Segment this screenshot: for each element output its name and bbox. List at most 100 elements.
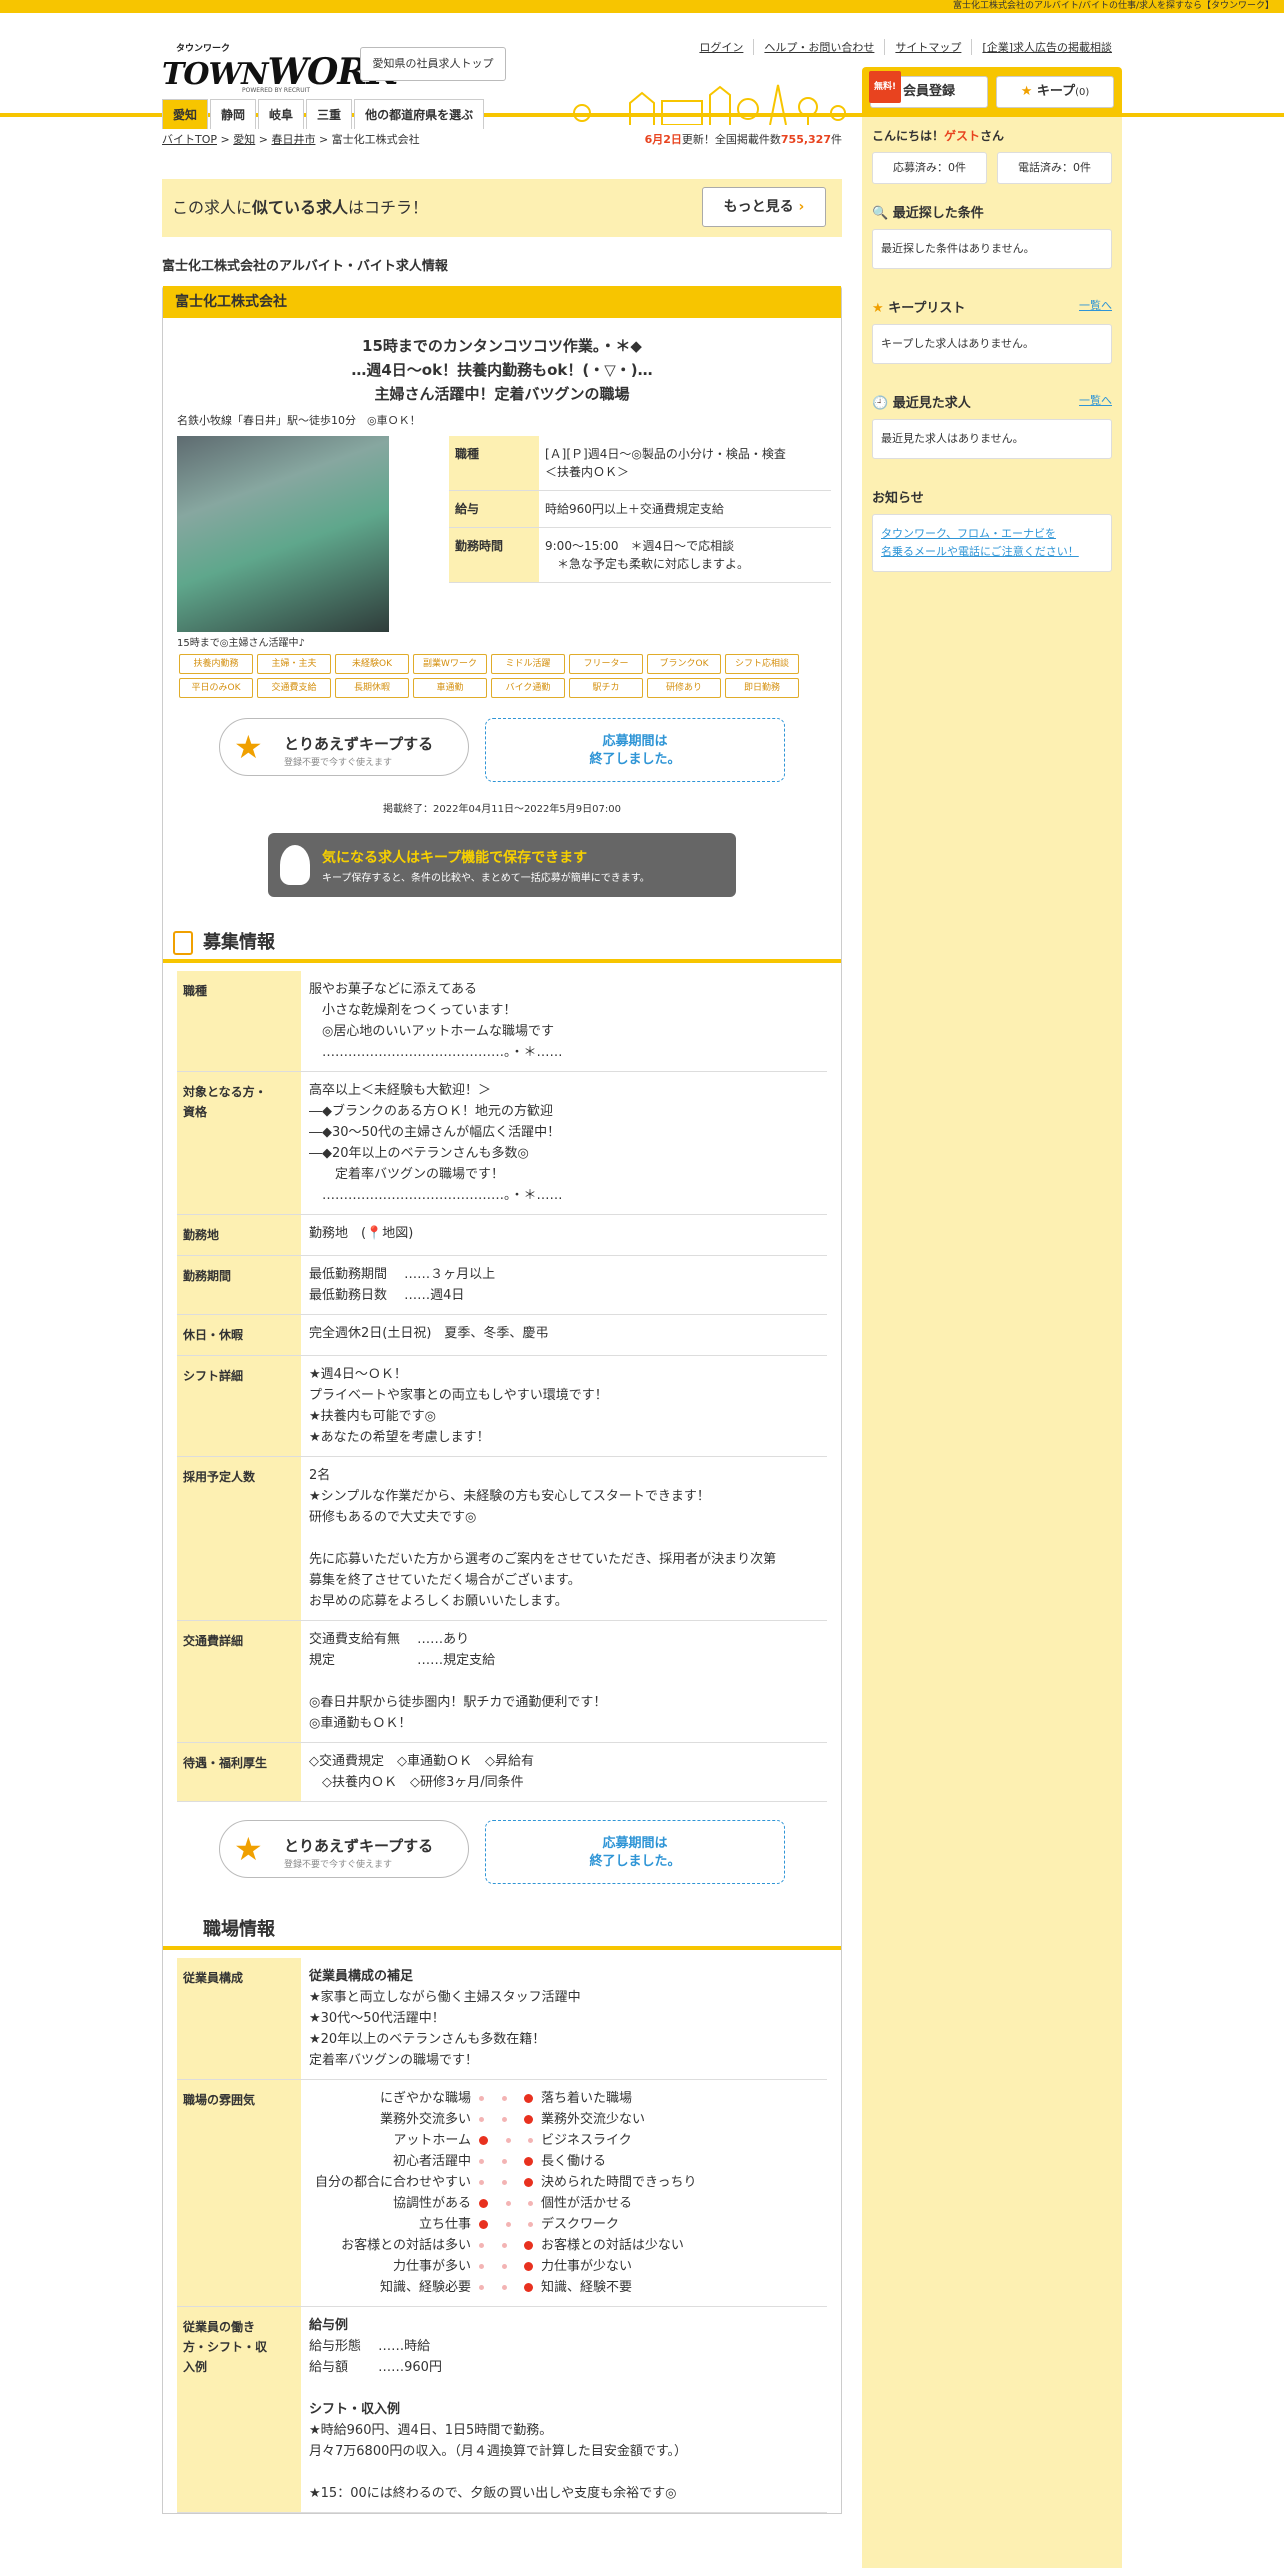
mood-dots: [479, 2109, 533, 2130]
mood-dot: [501, 2285, 507, 2290]
listing-period: 掲載終了：2022年04月11日～2022年5月9日07:00: [383, 804, 621, 815]
mood-dots: [479, 2235, 533, 2256]
summary-row: 勤務時間 9:00～15:00 ＊週4日～で応相談 ＊急な予定も柔軟に対応しますよ…: [449, 528, 831, 583]
row-label: 勤務地: [177, 1215, 301, 1255]
mood-dot: [501, 2117, 507, 2122]
tab-shizuoka[interactable]: 静岡: [210, 99, 257, 129]
mood-row: 知識、経験必要 知識、経験不要: [309, 2277, 819, 2298]
crumb-aichi[interactable]: 愛知: [233, 133, 255, 146]
recruit-table: 職種 服やお菓子などに添えてある 小さな乾燥剤をつくっています！ ◎居心地のいいア…: [177, 971, 827, 1802]
mood-scale: にぎやかな職場 落ち着いた職場 業務外交流多い 業務外交流少ない アットホーム ビジネスラ…: [301, 2080, 827, 2306]
row-value: 高卒以上＜未経験も大歓迎！＞ ―◆ブランクのある方ＯＫ！地元の方歓迎 ―◆30～…: [309, 1083, 563, 1203]
mood-dot: [524, 2094, 533, 2103]
table-row: 採用予定人数 2名 ★シンプルな作業だから、未経験の方も安心してスタートできます！…: [177, 1457, 827, 1621]
mood-left: 知識、経験必要: [379, 2280, 471, 2295]
photo-caption: 15時まで◎主婦さん活躍中♪: [177, 638, 305, 649]
applied-count[interactable]: 応募済み：0件: [872, 152, 987, 184]
mood-dots: [479, 2277, 533, 2298]
mood-dot: [524, 2178, 533, 2187]
pref-tabs: 愛知 静岡 岐阜 三重 他の都道府県を選ぶ: [162, 99, 486, 129]
tab-other-pref[interactable]: 他の都道府県を選ぶ: [354, 99, 485, 129]
company-name: 富士化工株式会社: [163, 286, 841, 318]
action-buttons-bottom: ★ とりあえずキープする 登録不要で今すぐ使えます 応募期間は 終了しました。: [163, 1820, 841, 1884]
townwork-logo[interactable]: タウンワーク TOWNWORK POWERED BY RECRUIT: [162, 29, 398, 94]
tab-aichi[interactable]: 愛知: [162, 99, 209, 129]
row-value: ◇交通費規定 ◇車通勤ＯＫ ◇昇給有 ◇扶養内ＯＫ ◇研修3ヶ月/同条件: [309, 1754, 534, 1790]
register-button[interactable]: 無料! 会員登録: [869, 71, 988, 108]
mood-dot: [505, 2138, 511, 2143]
town-illustration-icon: [573, 84, 846, 125]
table-row: 従業員構成 従業員構成の補足 ★家事と両立しながら働く主婦スタッフ活躍中 ★30代…: [177, 1958, 827, 2080]
mood-dot: [505, 2222, 511, 2227]
mood-dots: [479, 2088, 533, 2109]
help-link[interactable]: ヘルプ・お問い合わせ: [753, 39, 884, 55]
feature-tag: 長期休暇: [335, 678, 409, 698]
chevron-right-icon: ›: [798, 199, 805, 215]
job-card: 富士化工株式会社 15時までのカンタンコツコツ作業。・＊◆ …週4日～ok！扶養内…: [162, 286, 842, 2514]
row-label: 対象となる方・ 資格: [177, 1072, 301, 1214]
feature-tag: 未経験OK: [335, 654, 409, 674]
mood-dot: [479, 2285, 484, 2290]
crumb-kasugai[interactable]: 春日井市: [271, 133, 315, 146]
mood-right: 個性が活かせる: [541, 2196, 633, 2211]
feature-tag: シフト応相談: [725, 654, 799, 674]
star-icon: ★: [234, 728, 263, 766]
keep-button[interactable]: ★ キープ(0): [996, 76, 1114, 108]
access-text: 名鉄小牧線「春日井」駅～徒歩10分 ◎車ＯＫ！: [177, 414, 421, 427]
mood-dot: [501, 2264, 507, 2269]
feature-tag: 交通費支給: [257, 678, 331, 698]
notice-link[interactable]: タウンワーク、フロム・エーナビを 名乗るメールや電話にご注意ください！: [872, 514, 1112, 572]
mood-dot: [479, 2220, 488, 2229]
mood-right: 決められた時間できっちり: [541, 2175, 697, 2190]
summary-table: 職種 [Ａ][Ｐ]週4日～◎製品の小分け・検品・検査 ＜扶養内ＯＫ＞ 給与 時給96…: [449, 436, 831, 583]
mood-dot: [479, 2117, 484, 2122]
recent-view-link[interactable]: 一覧へ: [1079, 392, 1112, 408]
greeting: こんにちは！ゲストさん: [872, 129, 1005, 143]
mood-dot: [479, 2096, 484, 2101]
ad-link[interactable]: [企業]求人広告の掲載相談: [971, 39, 1122, 55]
row-value: 勤務地 (📍地図): [309, 1226, 414, 1241]
summary-row: 給与 時給960円以上＋交通費規定支給: [449, 491, 831, 528]
keeplist-link[interactable]: 一覧へ: [1079, 297, 1112, 313]
pref-top-button[interactable]: 愛知県の社員求人トップ: [360, 47, 506, 81]
keep-banner[interactable]: 気になる求人はキープ機能で保存できます キープ保存すると、条件の比較や、まとめて一…: [268, 833, 736, 897]
mood-dots: [479, 2214, 533, 2235]
row-label: シフト詳細: [177, 1356, 301, 1456]
mood-left: 力仕事が多い: [392, 2259, 471, 2274]
keep-job-button[interactable]: ★ とりあえずキープする 登録不要で今すぐ使えます: [219, 1820, 469, 1878]
table-row: シフト詳細 ★週4日～ＯＫ！ プライベートや家事との両立もしやすい環境です！ ★扶…: [177, 1356, 827, 1457]
table-row: 対象となる方・ 資格 高卒以上＜未経験も大歓迎！＞ ―◆ブランクのある方ＯＫ！地元…: [177, 1072, 827, 1215]
mood-left: 初心者活躍中: [392, 2154, 471, 2169]
login-link[interactable]: ログイン: [689, 39, 753, 55]
feature-tag: フリーター: [569, 654, 643, 674]
recent-view-box: 最近見た求人はありません。: [872, 419, 1112, 459]
sitemap-link[interactable]: サイトマップ: [884, 39, 971, 55]
mood-left: アットホーム: [393, 2133, 471, 2148]
mood-right: 知識、経験不要: [541, 2280, 633, 2295]
mood-row: 業務外交流多い 業務外交流少ない: [309, 2109, 819, 2130]
table-row: 休日・休暇 完全週休2日(土日祝) 夏季、冬季、慶弔: [177, 1315, 827, 1356]
feature-tag: 車通勤: [413, 678, 487, 698]
mood-row: 立ち仕事 デスクワーク: [309, 2214, 819, 2235]
called-count[interactable]: 電話済み：0件: [997, 152, 1112, 184]
mood-dot: [501, 2243, 507, 2248]
mood-dot: [524, 2157, 533, 2166]
mood-right: ビジネスライク: [541, 2133, 632, 2148]
crumb-baito-top[interactable]: バイトTOP: [162, 133, 217, 146]
logo-powered: POWERED BY RECRUIT: [242, 87, 311, 94]
star-icon: ★: [234, 1830, 263, 1868]
mood-dots: [479, 2151, 533, 2172]
mood-left: にぎやかな職場: [379, 2091, 471, 2106]
feature-tag: 平日のみOK: [179, 678, 253, 698]
row-value: ★週4日～ＯＫ！ プライベートや家事との両立もしやすい環境です！ ★扶養内も可能…: [309, 1367, 608, 1445]
tab-gifu[interactable]: 岐阜: [258, 99, 305, 129]
mascot-icon: [280, 845, 310, 885]
keep-job-button[interactable]: ★ とりあえずキープする 登録不要で今すぐ使えます: [219, 718, 469, 776]
feature-tag: 研修あり: [647, 678, 721, 698]
row-value: 2名 ★シンプルな作業だから、未経験の方も安心してスタートできます！ 研修もある…: [309, 1468, 777, 1609]
tab-mie[interactable]: 三重: [306, 99, 353, 129]
mood-left: 協調性がある: [392, 2196, 471, 2211]
listing-count: 6月2日更新！全国掲載件数755,327件: [644, 133, 842, 146]
more-button[interactable]: もっと見る ›: [702, 187, 826, 227]
table-row: 勤務地 勤務地 (📍地図): [177, 1215, 827, 1256]
